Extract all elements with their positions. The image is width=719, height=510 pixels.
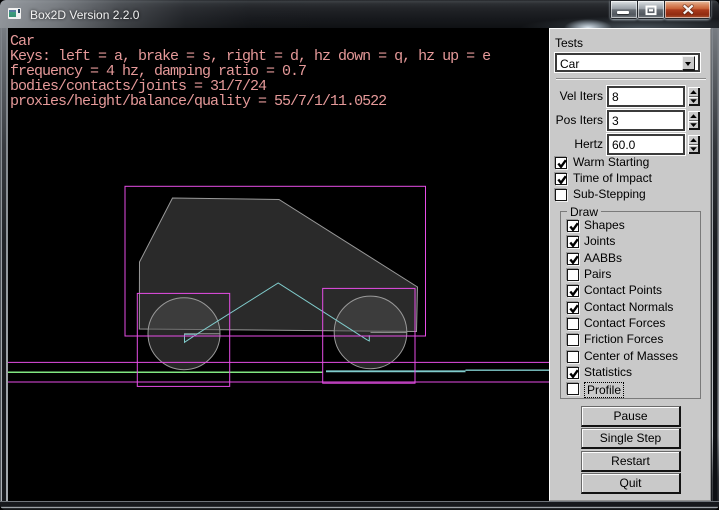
svg-text:proxies/height/balance/quality: proxies/height/balance/quality = 55/7/1/…	[10, 93, 386, 110]
